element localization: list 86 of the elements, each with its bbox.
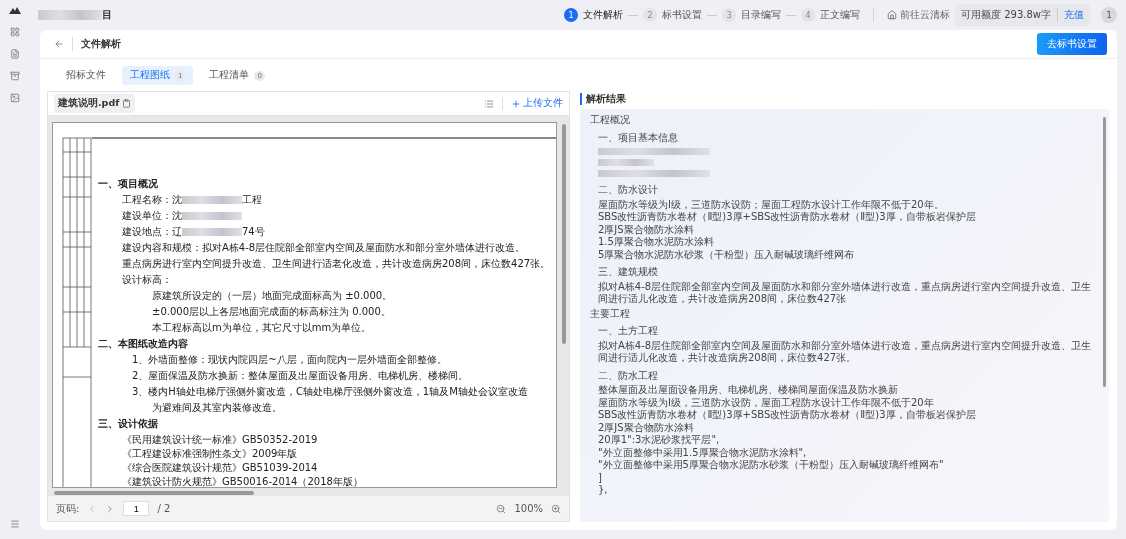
cloud-link[interactable]: 前往云清标 [887, 8, 950, 22]
document-text: 2、屋面保温及防水换新：整体屋面及出屋面设备用房、电梯机房、楼梯间。 [131, 369, 470, 382]
file-chip[interactable]: 建筑说明.pdf [54, 94, 136, 113]
blurred-text [182, 195, 242, 204]
settings-button[interactable]: 去标书设置 [1037, 33, 1107, 55]
result-text: 1.5厚聚合物水泥防水涂料 [597, 236, 715, 249]
scrollbar[interactable] [562, 124, 566, 344]
recharge-link[interactable]: 充值 [1057, 8, 1084, 22]
image-icon[interactable] [10, 93, 20, 103]
section-title: 解析结果 [580, 93, 1109, 105]
archive-icon[interactable] [10, 71, 20, 81]
document-text: 建设内容和规模：拟对A栋4-8层住院部全部室内空间及屋面防水和部分室外墙体进行改造。 [121, 241, 527, 254]
result-text: 2厚JS聚合物防水涂料 [597, 421, 695, 434]
result-text: "外立面整修中采用5厚聚合物水泥防水砂浆（干粉型）压入耐碱玻璃纤维网布" [597, 459, 945, 472]
step[interactable]: 4 正文编写 [801, 8, 860, 22]
home-icon [887, 10, 897, 20]
result-text: 三、建筑规模 [597, 266, 659, 279]
scrollbar[interactable] [54, 491, 254, 495]
result-text: 主要工程 [590, 307, 631, 320]
document-icon[interactable] [10, 49, 20, 59]
step[interactable]: 3 目录编写 [722, 8, 781, 22]
document-text: 一、项目概况 [97, 177, 159, 190]
result-text: 一、项目基本信息 [597, 131, 679, 144]
document-text: 《建筑设计防火规范》GB50016-2014（2018年版） [121, 475, 364, 487]
document-text: 建设单位：沈 [122, 209, 182, 222]
list-icon[interactable] [484, 98, 494, 109]
result-text: }, [597, 484, 609, 497]
document-text: 二、本图纸改造内容 [97, 337, 189, 350]
result-text: 屋面防水等级为I级，三道防水设防，屋面工程防水设计工作年限不低于20年 [597, 396, 935, 409]
blurred-text [182, 227, 242, 236]
document-text: 3、楼内H轴处电梯厅强侧外窗改造，C轴处电梯厅强侧外窗改造，1轴及M轴处会议室改造 [131, 385, 529, 398]
result-text: 工程概况 [590, 114, 631, 127]
page-total: / 2 [157, 503, 171, 514]
menu-icon[interactable] [10, 519, 20, 529]
result-text: 拟对A栋4-8层住院部全部室内空间及屋面防水和部分室外墙体进行改造，重点病房进行室内空间提升改造、卫生间进行适儿化改造，共计改造病房208间，床位数427张。 [597, 339, 1093, 365]
result-text: ] [597, 471, 603, 484]
page-title: 文件解析 [72, 37, 121, 51]
quota-text: 可用额度 293.8w字 [961, 8, 1051, 22]
page-input[interactable]: 1 [123, 501, 150, 516]
document-text: ±0.000层以上各层地面完成面的标高标注为 0.000。 [151, 305, 392, 318]
result-text: 二、防水设计 [597, 184, 659, 197]
document-text: 建设地点：辽 [122, 225, 182, 238]
zoom-out-icon[interactable] [496, 503, 507, 514]
result-text: 整体屋面及出屋面设备用房、电梯机房、楼梯间屋面保温及防水换新 [597, 384, 899, 397]
blurred-text [182, 211, 242, 220]
dashboard-icon[interactable] [10, 27, 20, 37]
document-text: 原建筑所设定的（一层）地面完成面标高为 ±0.000。 [151, 289, 394, 302]
result-text: 屋面防水等级为I级，三道防水设防；屋面工程防水设计工作年限不低于20年。 [597, 198, 945, 211]
document-text: 《工程建设标准强制性条文》2009年版 [121, 447, 299, 460]
plus-icon [511, 98, 521, 109]
project-title: 目 [102, 8, 112, 22]
result-text: SBS改性沥青防水卷材（Ⅱ型)3厚+SBS改性沥青防水卷材（Ⅱ型)3厚，自带板岩保护层 [597, 409, 977, 422]
document-text: 本工程标高以m为单位，其它尺寸以mm为单位。 [151, 321, 373, 334]
document-text: 为避难间及其室内装修改造。 [151, 401, 283, 414]
step[interactable]: 1 文件解析 [564, 8, 623, 22]
scrollbar[interactable] [1103, 117, 1106, 387]
logo-icon [9, 6, 21, 15]
document-text: 1、外墙面整修：现状内院四层~八层，面向院内一层外墙面全部整修。 [131, 353, 448, 366]
zoom-level: 100% [514, 503, 543, 514]
blurred-text [598, 159, 654, 166]
tab[interactable]: 招标文件 [58, 66, 114, 85]
file-name: 建筑说明.pdf [58, 97, 120, 110]
result-text: 一、土方工程 [597, 325, 659, 338]
result-text: "外立面整修中采用1.5厚聚合物水泥防水涂料", [597, 446, 808, 459]
document-text: 工程名称：沈 [122, 193, 182, 206]
upload-button[interactable]: 上传文件 [502, 97, 563, 110]
result-text: 二、防水工程 [597, 369, 659, 382]
document-text: 重点病房进行室内空间提升改造、卫生间进行适老化改造，共计改造病房208间，床位数427张。 [121, 257, 552, 270]
back-icon[interactable] [54, 39, 64, 49]
document-text: 工程 [242, 193, 262, 206]
step[interactable]: 2 标书设置 [643, 8, 702, 22]
clipboard-icon [122, 99, 132, 108]
avatar[interactable]: 1 [1101, 7, 1117, 23]
document-text: 《民用建筑设计统一标准》GB50352-2019 [121, 433, 319, 446]
document-text: 《综合医院建筑设计规范》GB51039-2014 [121, 461, 319, 474]
result-text: 20厚1":3水泥砂浆找平层", [597, 434, 721, 447]
result-text: 拟对A栋4-8层住院部全部室内空间及屋面防水和部分室外墙体进行改造，重点病房进行室内空间提升改造、卫生间进行适儿化改造，共计改造病房208间，床位数427张 [597, 280, 1093, 306]
blurred-title [38, 10, 102, 20]
result-text: 2厚JS聚合物防水涂料 [597, 223, 695, 236]
result-text: SBS改性沥青防水卷材（Ⅱ型)3厚+SBS改性沥青防水卷材（Ⅱ型)3厚，自带板岩保护层 [597, 211, 977, 224]
page-label: 页码: [56, 501, 80, 516]
result-text: 5厚聚合物水泥防水砂浆（干粉型）压入耐碱玻璃纤维网布 [597, 248, 856, 261]
document-text: 三、设计依据 [97, 417, 159, 430]
zoom-in-icon[interactable] [551, 503, 561, 514]
document-text: 74号 [242, 225, 265, 238]
document-text: 设计标高： [121, 273, 173, 286]
